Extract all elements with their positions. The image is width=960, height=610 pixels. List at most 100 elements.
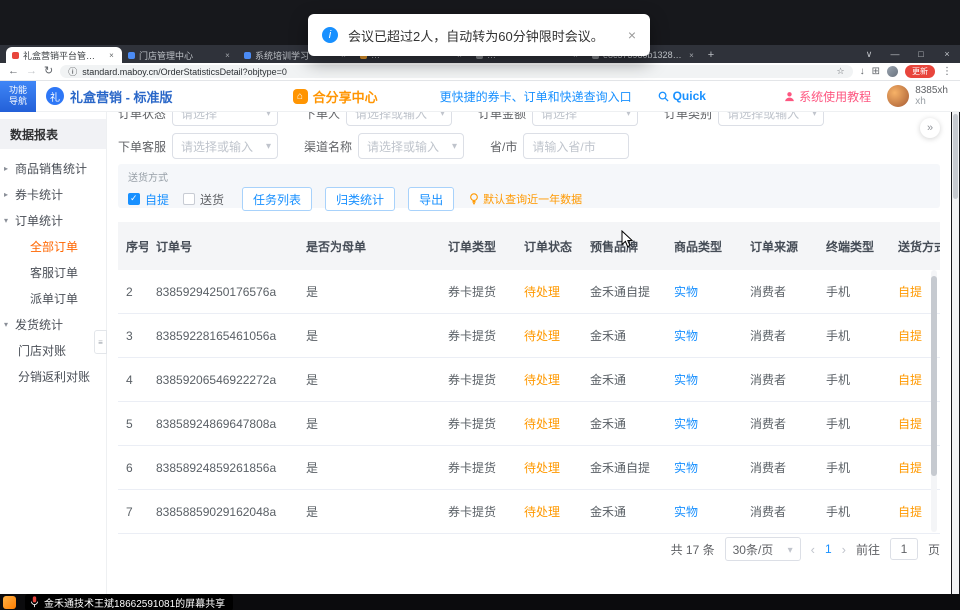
expand-arrow-icon: ▸ [4, 190, 8, 199]
tab-close-icon[interactable] [687, 51, 696, 60]
sidebar-item-label: 客服订单 [30, 264, 78, 281]
action-button[interactable]: 导出 [408, 187, 454, 211]
tutorial-link[interactable]: 系统使用教程 [784, 88, 871, 105]
prev-page-button[interactable]: ‹ [811, 542, 815, 557]
browser-tab[interactable]: 礼盒营销平台管理中心 [6, 47, 122, 63]
cell-product-type[interactable]: 实物 [666, 415, 742, 432]
filter-input[interactable]: 请输入省/市 [523, 133, 629, 159]
sidebar-item[interactable]: 派单订单 [0, 285, 106, 311]
table-row[interactable]: 3 83859228165461056a 是 券卡提货 待处理 金禾通 实物 消… [118, 314, 940, 358]
cell-product-type[interactable]: 实物 [666, 283, 742, 300]
user-menu[interactable]: 8385xh xh [887, 85, 948, 107]
cell-seq: 7 [118, 505, 148, 519]
table-row[interactable]: 6 83858924859261856a 是 券卡提货 待处理 金禾通自提 实物… [118, 446, 940, 490]
filter-input[interactable]: 请选择或输入 [358, 133, 464, 159]
close-button[interactable]: × [934, 45, 960, 63]
filter-input[interactable]: 请选择或输入 [718, 112, 824, 126]
delivery-checkbox[interactable]: 送货 [183, 191, 224, 208]
close-icon[interactable]: × [628, 27, 636, 43]
address-bar[interactable]: ⓘ standard.maboy.cn/OrderStatisticsDetai… [60, 65, 852, 78]
cell-product-type[interactable]: 实物 [666, 327, 742, 344]
filter-input[interactable]: 请选择或输入 [346, 112, 452, 126]
column-header[interactable]: 是否为母单 [298, 238, 440, 255]
column-header[interactable]: 商品类型 [666, 238, 742, 255]
page-size-select[interactable]: 30条/页 [725, 537, 801, 561]
extensions-icon[interactable]: ⊞ [872, 66, 880, 77]
next-page-button[interactable]: › [842, 542, 846, 557]
maximize-button[interactable]: □ [908, 45, 934, 63]
url-text: standard.maboy.cn/OrderStatisticsDetail?… [82, 67, 287, 77]
filter-input[interactable]: 请选择或输入 [172, 133, 278, 159]
sidebar-item[interactable]: ▾ 订单统计 [0, 207, 106, 233]
back-icon[interactable]: ← [8, 66, 19, 77]
filter-input[interactable]: 请选择 [532, 112, 638, 126]
filter-label: 下单人 [304, 112, 340, 122]
table-row[interactable]: 4 83859206546922272a 是 券卡提货 待处理 金禾通 实物 消… [118, 358, 940, 402]
column-header[interactable]: 序号 [118, 238, 148, 255]
browser-update-button[interactable]: 更新 [905, 65, 935, 78]
table-scrollbar[interactable] [931, 270, 937, 532]
tab-search-icon[interactable]: ∨ [856, 45, 882, 63]
column-header[interactable]: 订单类型 [440, 238, 516, 255]
table-row[interactable]: 7 83858859029162048a 是 券卡提货 待处理 金禾通 实物 消… [118, 490, 940, 534]
action-button[interactable]: 任务列表 [242, 187, 312, 211]
column-header[interactable]: 订单状态 [516, 238, 582, 255]
site-info-icon[interactable]: ⓘ [68, 65, 77, 78]
new-tab-button[interactable]: + [702, 47, 720, 63]
reload-icon[interactable]: ↻ [44, 66, 53, 77]
cell-product-type[interactable]: 实物 [666, 503, 742, 520]
column-header[interactable]: 终端类型 [818, 238, 890, 255]
cell-brand: 金禾通自提 [582, 459, 666, 476]
query-range-text: 默认查询近一年数据 [483, 191, 582, 207]
cell-order-no: 83858859029162048a [148, 505, 298, 519]
column-header[interactable]: 订单来源 [742, 238, 818, 255]
downloads-icon[interactable]: ↓ [860, 66, 865, 77]
sidebar-item[interactable]: ▸ 券卡统计 [0, 181, 106, 207]
cell-terminal: 手机 [818, 503, 890, 520]
taskbar-app-icon[interactable] [3, 596, 16, 609]
cell-order-type: 券卡提货 [440, 415, 516, 432]
screen: 会议已超过2人，自动转为60分钟限时会议。 × 礼盒营销平台管理中心 门店管理中… [0, 0, 960, 610]
quick-entry-text[interactable]: 更快捷的券卡、订单和快递查询入口 [440, 88, 632, 105]
cell-product-type[interactable]: 实物 [666, 459, 742, 476]
table-scrollbar-thumb[interactable] [931, 276, 937, 476]
tab-close-icon[interactable] [107, 51, 116, 60]
bookmark-star-icon[interactable]: ☆ [837, 66, 845, 77]
page-scrollbar-thumb[interactable] [953, 114, 958, 199]
table-row[interactable]: 5 83858924869647808a 是 券卡提货 待处理 金禾通 实物 消… [118, 402, 940, 446]
delivery-checkbox[interactable]: 自提 [128, 191, 169, 208]
sidebar-item[interactable]: 客服订单 [0, 259, 106, 285]
sidebar-item[interactable]: 全部订单 [0, 233, 106, 259]
column-header[interactable]: 订单号 [148, 238, 298, 255]
nav-toggle-button[interactable]: 功能 导航 [0, 81, 36, 112]
filter-label: 渠道名称 [304, 138, 352, 155]
filter-input[interactable]: 请选择 [172, 112, 278, 126]
sidebar-item[interactable]: ▸ 商品销售统计 [0, 155, 106, 181]
tab-close-icon[interactable] [223, 51, 232, 60]
cell-is-parent: 是 [298, 371, 440, 388]
cell-order-status: 待处理 [516, 503, 582, 520]
minimize-button[interactable]: — [882, 45, 908, 63]
forward-icon[interactable]: → [26, 66, 37, 77]
collapse-filters-button[interactable]: » [920, 118, 940, 138]
cell-product-type[interactable]: 实物 [666, 371, 742, 388]
quick-search[interactable]: Quick [658, 89, 706, 103]
column-header[interactable]: 送货方式 [890, 238, 940, 255]
kebab-menu-icon[interactable]: ⋮ [942, 66, 952, 77]
browser-tab[interactable]: 门店管理中心 [122, 47, 238, 63]
filter-label: 下单客服 [118, 138, 166, 155]
sidebar-item[interactable]: 门店对账 [0, 337, 106, 363]
sidebar-menu: ▸ 商品销售统计 ▸ 券卡统计 ▾ 订单统计 全部订单 [0, 155, 106, 389]
share-center-link[interactable]: ⌂ 合分享中心 [293, 87, 378, 106]
sidebar-collapse-handle[interactable]: ≡ [94, 330, 107, 354]
cell-brand: 金禾通自提 [582, 283, 666, 300]
page-scrollbar[interactable] [952, 112, 959, 594]
goto-page-input[interactable]: 1 [890, 538, 918, 560]
profile-avatar-icon[interactable] [887, 66, 898, 77]
current-page[interactable]: 1 [825, 542, 832, 556]
sidebar-item[interactable]: ▾ 发货统计 [0, 311, 106, 337]
table-row[interactable]: 2 83859294250176576a 是 券卡提货 待处理 金禾通自提 实物… [118, 270, 940, 314]
meeting-toast: 会议已超过2人，自动转为60分钟限时会议。 × [308, 14, 650, 56]
action-button[interactable]: 归类统计 [325, 187, 395, 211]
sidebar-item[interactable]: 分销返利对账 [0, 363, 106, 389]
